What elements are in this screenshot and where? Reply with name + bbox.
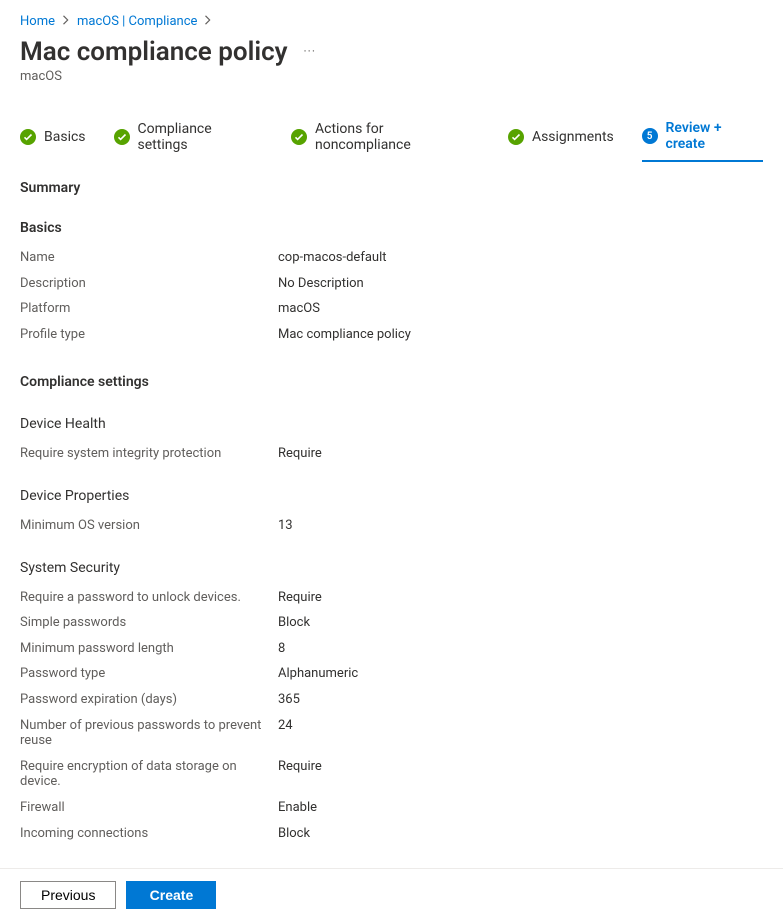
device-properties-heading: Device Properties bbox=[20, 488, 763, 504]
row-name: Name cop-macos-default bbox=[20, 250, 763, 266]
check-circle-icon bbox=[20, 129, 36, 145]
value-firewall: Enable bbox=[278, 800, 317, 816]
value-sip: Require bbox=[278, 446, 322, 462]
label-min-len: Minimum password length bbox=[20, 641, 278, 657]
label-profile-type: Profile type bbox=[20, 327, 278, 343]
tab-actions-noncompliance[interactable]: Actions for noncompliance bbox=[291, 121, 480, 161]
row-pw-type: Password type Alphanumeric bbox=[20, 666, 763, 682]
row-description: Description No Description bbox=[20, 276, 763, 292]
value-encrypt: Require bbox=[278, 759, 322, 790]
value-incoming: Block bbox=[278, 826, 310, 842]
breadcrumb-home[interactable]: Home bbox=[20, 14, 55, 29]
label-prev-pw: Number of previous passwords to prevent … bbox=[20, 718, 278, 749]
step-number-icon: 5 bbox=[642, 128, 658, 144]
tab-review-label: Review + create bbox=[666, 120, 763, 152]
label-incoming: Incoming connections bbox=[20, 826, 278, 842]
page-title-row: Mac compliance policy ··· bbox=[0, 31, 783, 67]
chevron-right-icon bbox=[61, 14, 71, 29]
system-security-heading: System Security bbox=[20, 560, 763, 576]
value-profile-type: Mac compliance policy bbox=[278, 327, 411, 343]
row-simple-pw: Simple passwords Block bbox=[20, 615, 763, 631]
device-health-heading: Device Health bbox=[20, 416, 763, 432]
previous-button[interactable]: Previous bbox=[20, 881, 116, 909]
value-simple-pw: Block bbox=[278, 615, 310, 631]
label-pw-type: Password type bbox=[20, 666, 278, 682]
label-description: Description bbox=[20, 276, 278, 292]
content-pane: Summary Basics Name cop-macos-default De… bbox=[0, 162, 783, 852]
check-circle-icon bbox=[508, 129, 524, 145]
wizard-tabs: Basics Compliance settings Actions for n… bbox=[0, 84, 783, 162]
create-button[interactable]: Create bbox=[126, 881, 216, 909]
row-encrypt: Require encryption of data storage on de… bbox=[20, 759, 763, 790]
value-pw-exp: 365 bbox=[278, 692, 300, 708]
chevron-right-icon bbox=[203, 14, 213, 29]
footer-bar: Previous Create bbox=[0, 868, 783, 923]
label-stealth: Stealth Mode bbox=[20, 851, 278, 852]
value-pw-type: Alphanumeric bbox=[278, 666, 358, 682]
tab-assignments-label: Assignments bbox=[532, 129, 614, 145]
more-actions-button[interactable]: ··· bbox=[304, 44, 316, 61]
tab-basics-label: Basics bbox=[44, 129, 86, 145]
label-simple-pw: Simple passwords bbox=[20, 615, 278, 631]
value-platform: macOS bbox=[278, 301, 320, 317]
page-title: Mac compliance policy bbox=[20, 37, 288, 67]
breadcrumb: Home macOS | Compliance bbox=[0, 0, 783, 31]
value-min-os: 13 bbox=[278, 518, 293, 534]
check-circle-icon bbox=[291, 129, 307, 145]
tab-assignments[interactable]: Assignments bbox=[508, 129, 614, 153]
basics-heading: Basics bbox=[20, 220, 763, 236]
row-firewall: Firewall Enable bbox=[20, 800, 763, 816]
label-min-os: Minimum OS version bbox=[20, 518, 278, 534]
compliance-settings-heading: Compliance settings bbox=[20, 374, 763, 390]
summary-heading: Summary bbox=[20, 180, 763, 196]
value-min-len: 8 bbox=[278, 641, 285, 657]
row-req-password: Require a password to unlock devices. Re… bbox=[20, 590, 763, 606]
breadcrumb-macos-compliance[interactable]: macOS | Compliance bbox=[77, 14, 197, 29]
page-subtitle: macOS bbox=[0, 67, 783, 84]
row-platform: Platform macOS bbox=[20, 301, 763, 317]
value-name: cop-macos-default bbox=[278, 250, 387, 266]
label-name: Name bbox=[20, 250, 278, 266]
row-prev-pw: Number of previous passwords to prevent … bbox=[20, 718, 763, 749]
tab-compliance-label: Compliance settings bbox=[138, 121, 263, 153]
label-firewall: Firewall bbox=[20, 800, 278, 816]
tab-compliance-settings[interactable]: Compliance settings bbox=[114, 121, 263, 161]
label-encrypt: Require encryption of data storage on de… bbox=[20, 759, 278, 790]
row-stealth: Stealth Mode Enable bbox=[20, 851, 763, 852]
row-min-os: Minimum OS version 13 bbox=[20, 518, 763, 534]
tab-basics[interactable]: Basics bbox=[20, 129, 86, 153]
value-description: No Description bbox=[278, 276, 364, 292]
value-req-password: Require bbox=[278, 590, 322, 606]
value-prev-pw: 24 bbox=[278, 718, 293, 749]
row-pw-exp: Password expiration (days) 365 bbox=[20, 692, 763, 708]
label-sip: Require system integrity protection bbox=[20, 446, 278, 462]
tab-actions-label: Actions for noncompliance bbox=[315, 121, 480, 153]
row-min-len: Minimum password length 8 bbox=[20, 641, 763, 657]
check-circle-icon bbox=[114, 129, 130, 145]
tab-review-create[interactable]: 5 Review + create bbox=[642, 120, 763, 162]
label-platform: Platform bbox=[20, 301, 278, 317]
label-pw-exp: Password expiration (days) bbox=[20, 692, 278, 708]
row-incoming: Incoming connections Block bbox=[20, 826, 763, 842]
label-req-password: Require a password to unlock devices. bbox=[20, 590, 278, 606]
row-profile-type: Profile type Mac compliance policy bbox=[20, 327, 763, 343]
row-sip: Require system integrity protection Requ… bbox=[20, 446, 763, 462]
value-stealth: Enable bbox=[278, 851, 317, 852]
